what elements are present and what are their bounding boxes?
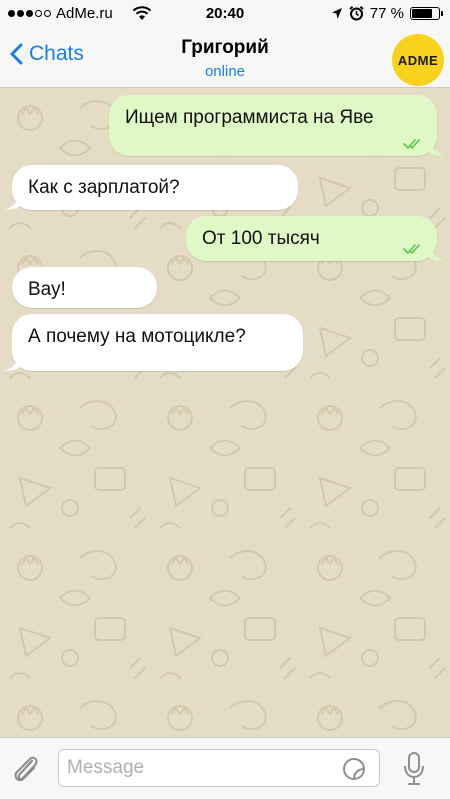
battery-icon: [410, 7, 443, 20]
phone-screen: AdMe.ru 20:40 77 % Chats Григорий online…: [0, 0, 450, 799]
battery-level-fill: [412, 9, 433, 18]
message-text: Вау!: [28, 279, 66, 300]
status-right: 77 %: [331, 5, 443, 22]
avatar[interactable]: ADME: [392, 34, 444, 86]
avatar-text: ADME: [397, 52, 439, 68]
bubble-tail: [4, 353, 20, 371]
location-arrow-icon: [331, 8, 342, 19]
message-text: Ищем программиста на Яве: [125, 107, 374, 128]
chat-header: Chats Григорий online ADME: [0, 28, 450, 88]
microphone-icon[interactable]: [402, 751, 426, 787]
bubble-tail: [429, 243, 445, 261]
bubble-tail: [4, 192, 20, 210]
message-bubble-incoming[interactable]: А почему на мотоцикле?: [4, 314, 303, 371]
message-bubble-incoming[interactable]: Как с зарплатой?: [4, 165, 298, 210]
sticker-icon[interactable]: [342, 757, 366, 781]
message-text: От 100 тысяч: [202, 228, 320, 249]
status-bar: AdMe.ru 20:40 77 %: [0, 0, 450, 28]
double-check-icon: [403, 244, 420, 254]
battery-percentage: 77 %: [369, 5, 404, 22]
message-bubble-outgoing[interactable]: От 100 тысяч: [186, 216, 445, 261]
message-text: А почему на мотоцикле?: [28, 326, 246, 347]
message-composer: [0, 737, 450, 799]
contact-name[interactable]: Григорий: [0, 37, 450, 59]
message-bubble-outgoing[interactable]: Ищем программиста на Яве: [109, 95, 445, 156]
bubble-tail: [429, 138, 445, 156]
double-check-icon: [403, 139, 420, 149]
chat-message-list[interactable]: Ищем программиста на Яве Как с зарплатой…: [0, 88, 450, 737]
alarm-clock-icon: [349, 6, 364, 21]
message-bubble-incoming[interactable]: Вау!: [12, 267, 157, 308]
paperclip-icon[interactable]: [10, 752, 42, 786]
contact-status: online: [204, 63, 246, 80]
message-input[interactable]: [58, 749, 380, 787]
message-text: Как с зарплатой?: [28, 177, 180, 198]
